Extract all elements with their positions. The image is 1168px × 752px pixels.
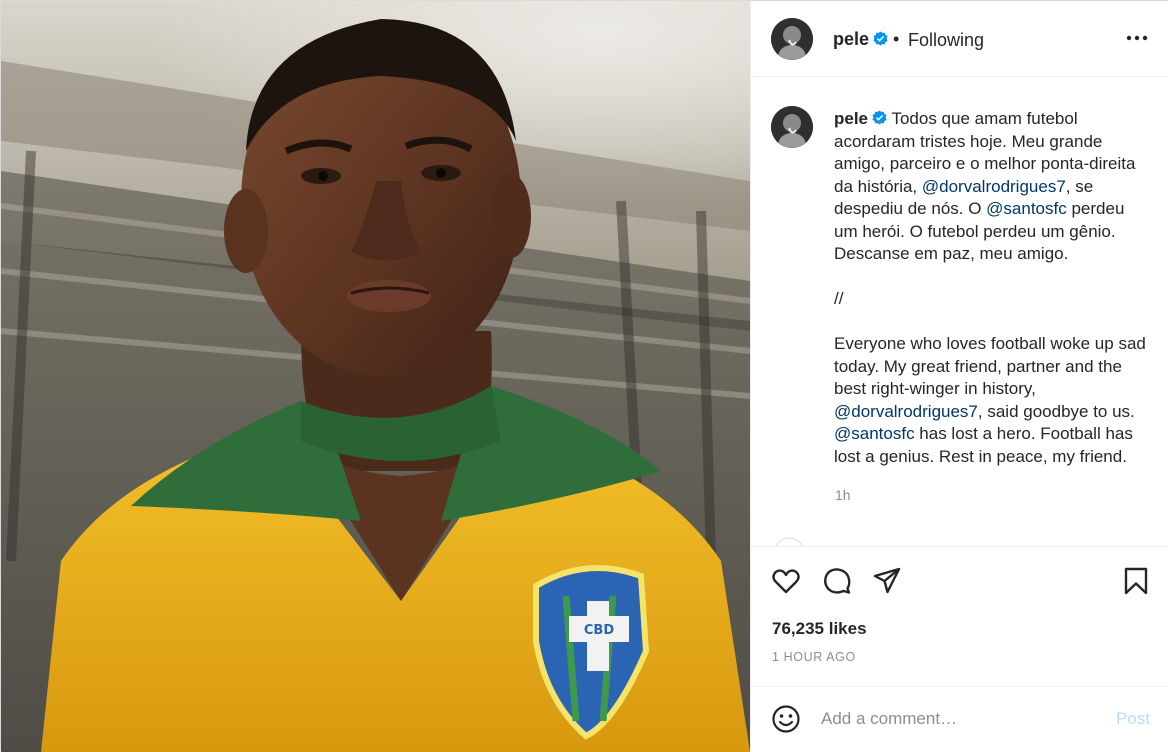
mention-link[interactable]: @santosfc (834, 424, 915, 443)
verified-badge-icon (872, 110, 887, 125)
heart-icon[interactable] (771, 566, 801, 596)
caption-username[interactable]: pele (834, 109, 868, 128)
add-comment-bar: Post (751, 686, 1168, 752)
following-button[interactable]: Following (908, 30, 984, 51)
header-username[interactable]: pele (833, 29, 888, 50)
caption-english: Everyone who loves football woke up sad … (834, 333, 1150, 468)
post-caption: pele Todos que amam futebol acordaram tr… (834, 108, 1150, 468)
caption-avatar[interactable] (771, 106, 813, 148)
caption-portuguese: pele Todos que amam futebol acordaram tr… (834, 108, 1150, 266)
caption-text: , said goodbye to us. (977, 401, 1135, 421)
mention-link[interactable]: @santosfc (986, 199, 1067, 218)
comment-input[interactable] (821, 705, 1101, 733)
post-button[interactable]: Post (1116, 709, 1150, 729)
caption-time: 1h (835, 487, 851, 503)
comments-area[interactable]: pele Todos que amam futebol acordaram tr… (751, 78, 1168, 546)
header-separator: • (893, 29, 900, 49)
crest-text: CBD (584, 623, 614, 638)
caption-text: Everyone who loves football woke up sad … (834, 334, 1146, 398)
next-comment-peek (775, 537, 803, 546)
post-timestamp[interactable]: 1 HOUR AGO (772, 650, 856, 664)
smiley-icon[interactable] (771, 704, 801, 734)
verified-badge-icon (873, 31, 888, 46)
like-count[interactable]: 76,235 likes (772, 619, 867, 639)
avatar[interactable] (771, 18, 813, 60)
instagram-post: CBD pele • Following pele Todos que amam… (0, 0, 1168, 752)
username-text[interactable]: pele (833, 29, 869, 49)
post-photo[interactable]: CBD (1, 1, 750, 752)
mention-link[interactable]: @dorvalrodrigues7 (834, 402, 978, 421)
comment-icon[interactable] (822, 566, 852, 596)
bookmark-icon[interactable] (1121, 566, 1151, 596)
post-side-panel: pele • Following pele Todos que amam fut… (750, 1, 1168, 752)
more-horizontal-icon[interactable] (1124, 25, 1150, 51)
mention-link[interactable]: @dorvalrodrigues7 (922, 177, 1066, 196)
player-portrait-image: CBD (1, 1, 750, 752)
post-header: pele • Following (751, 1, 1168, 77)
caption-divider: // (834, 289, 844, 308)
action-bar: 76,235 likes 1 HOUR AGO (751, 546, 1168, 686)
paper-plane-icon[interactable] (872, 566, 902, 596)
